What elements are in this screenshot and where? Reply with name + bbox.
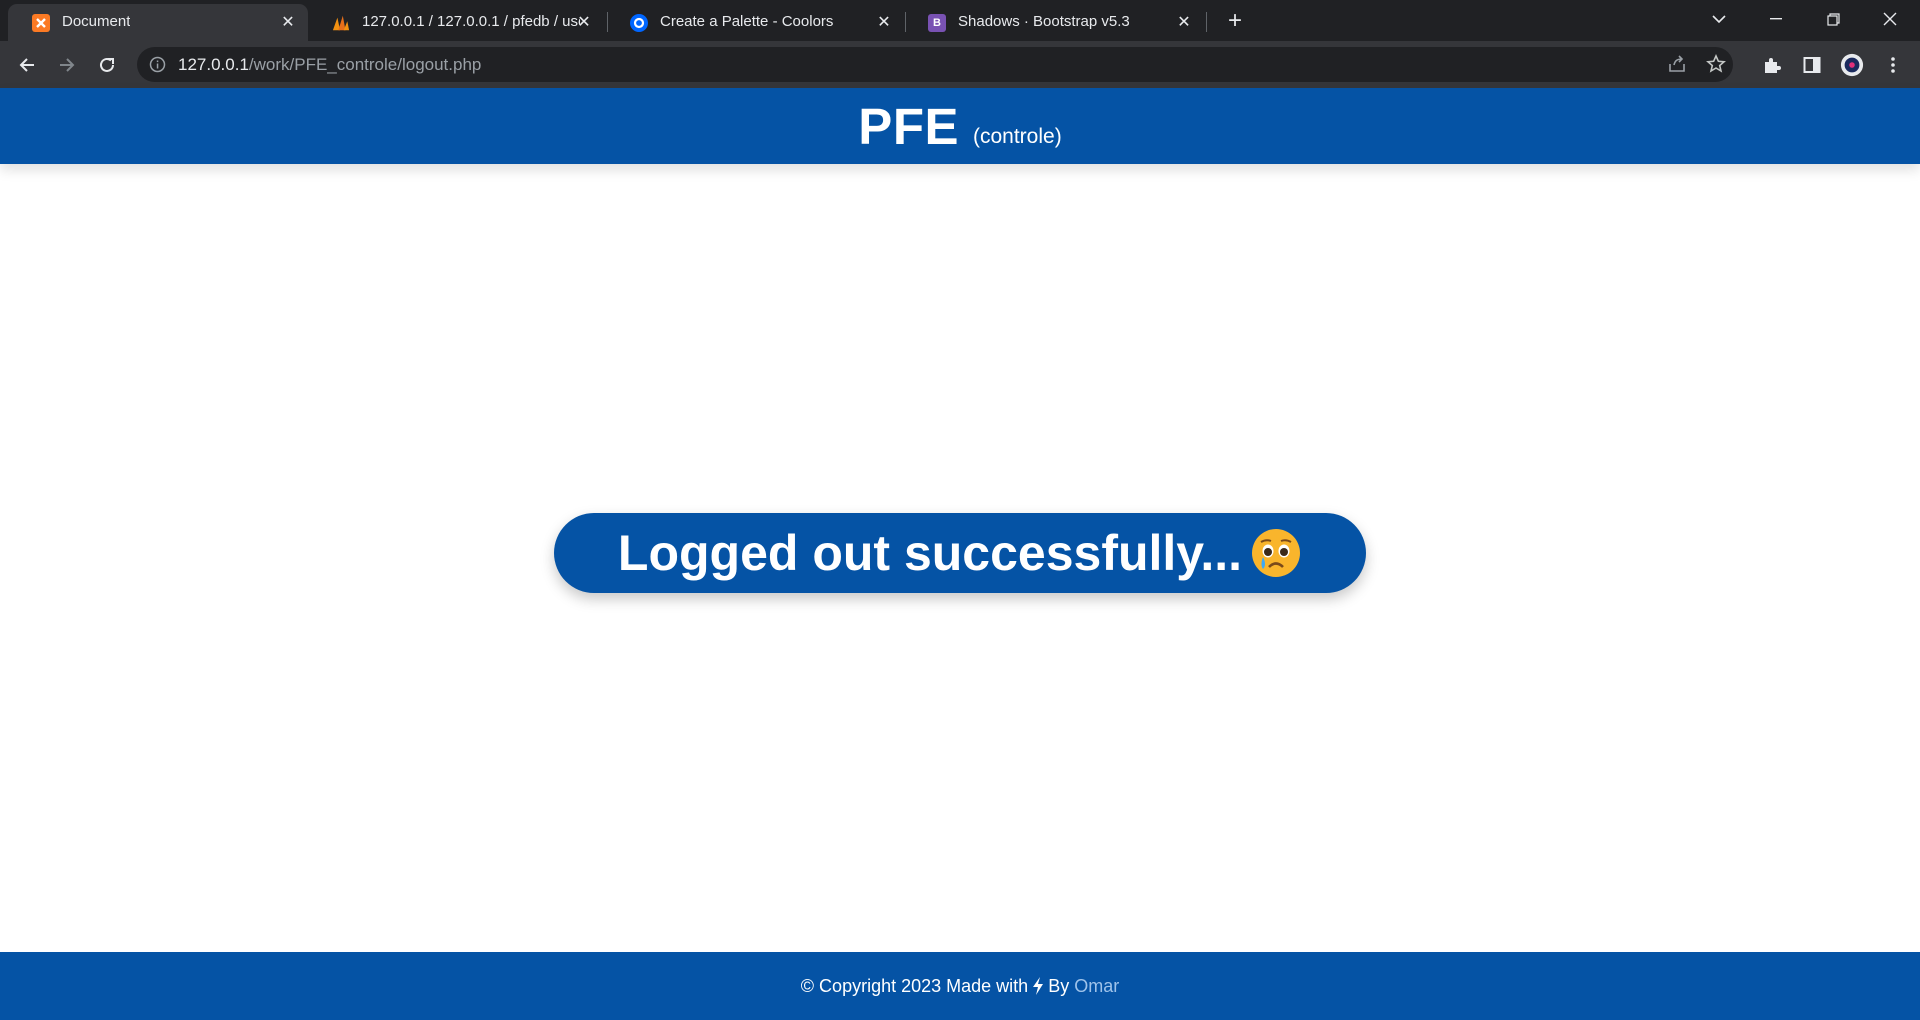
address-bar[interactable]: 127.0.0.1/work/PFE_controle/logout.php bbox=[137, 47, 1733, 82]
close-tab-icon[interactable]: ✕ bbox=[278, 12, 298, 32]
tab-search-button[interactable] bbox=[1704, 6, 1734, 32]
tab-title: Document bbox=[62, 13, 131, 30]
star-icon bbox=[1706, 54, 1726, 73]
url-path: /work/PFE_controle/logout.php bbox=[248, 55, 482, 74]
kebab-menu-icon bbox=[1891, 57, 1895, 73]
arrow-left-icon bbox=[19, 58, 34, 72]
xampp-icon bbox=[32, 14, 50, 32]
close-tab-icon[interactable]: ✕ bbox=[1174, 12, 1194, 32]
side-panel-icon bbox=[1803, 57, 1821, 73]
tab-title: Create a Palette - Coolors bbox=[660, 13, 834, 30]
url-host: 127.0.0.1 bbox=[178, 55, 249, 74]
avatar-icon bbox=[1840, 53, 1864, 77]
new-tab-button[interactable]: + bbox=[1222, 7, 1248, 34]
coolors-icon bbox=[630, 14, 648, 32]
arrow-right-icon bbox=[60, 58, 75, 72]
back-button[interactable] bbox=[13, 51, 41, 79]
minimize-icon bbox=[1770, 18, 1782, 20]
close-icon bbox=[1883, 12, 1897, 26]
restore-button[interactable] bbox=[1818, 6, 1848, 32]
close-window-button[interactable] bbox=[1875, 6, 1905, 32]
tab-phpmyadmin[interactable]: 127.0.0.1 / 127.0.0.1 / pfedb / use ✕ bbox=[308, 4, 604, 41]
tab-document[interactable]: Document ✕ bbox=[8, 4, 308, 41]
tab-divider bbox=[1206, 12, 1207, 32]
bootstrap-icon: B bbox=[928, 14, 946, 32]
minimize-button[interactable] bbox=[1761, 6, 1791, 32]
share-icon bbox=[1669, 55, 1685, 72]
menu-button[interactable] bbox=[1881, 53, 1905, 77]
lightning-bolt-icon bbox=[1033, 977, 1044, 995]
url-text[interactable]: 127.0.0.1/work/PFE_controle/logout.php bbox=[178, 55, 481, 75]
close-tab-icon[interactable]: ✕ bbox=[574, 12, 594, 32]
logout-message: Logged out successfully... bbox=[617, 525, 1243, 581]
reload-button[interactable] bbox=[93, 51, 121, 79]
side-panel-button[interactable] bbox=[1800, 53, 1824, 77]
forward-button[interactable] bbox=[53, 51, 81, 79]
bookmark-button[interactable] bbox=[1704, 52, 1728, 76]
page-header: PFE (controle) bbox=[0, 88, 1920, 164]
logout-message-banner: Logged out successfully... bbox=[554, 513, 1366, 593]
share-button[interactable] bbox=[1665, 52, 1689, 76]
close-tab-icon[interactable]: ✕ bbox=[874, 12, 894, 32]
phpmyadmin-icon bbox=[332, 14, 350, 32]
tab-bootstrap[interactable]: B Shadows · Bootstrap v5.3 ✕ bbox=[904, 4, 1204, 41]
info-icon[interactable] bbox=[149, 56, 166, 73]
reload-icon bbox=[100, 57, 114, 72]
restore-icon bbox=[1826, 12, 1840, 26]
browser-toolbar: 127.0.0.1/work/PFE_controle/logout.php bbox=[0, 41, 1920, 88]
profile-button[interactable] bbox=[1840, 53, 1864, 77]
extensions-button[interactable] bbox=[1760, 53, 1784, 77]
crying-face-icon bbox=[1252, 529, 1301, 577]
brand-subtitle: (controle) bbox=[972, 125, 1062, 148]
tab-coolors[interactable]: Create a Palette - Coolors ✕ bbox=[606, 4, 904, 41]
footer-by: By bbox=[1048, 975, 1070, 996]
brand-title: PFE bbox=[858, 97, 959, 155]
puzzle-icon bbox=[1765, 58, 1781, 73]
tab-title: 127.0.0.1 / 127.0.0.1 / pfedb / use bbox=[362, 13, 580, 30]
copyright-text: © Copyright 2023 Made with bbox=[800, 975, 1029, 996]
tab-title: Shadows · Bootstrap v5.3 bbox=[958, 13, 1130, 30]
author-link[interactable]: Omar bbox=[1074, 976, 1119, 997]
page-footer: © Copyright 2023 Made with By Omar bbox=[0, 952, 1920, 1020]
browser-tab-bar: Document ✕ 127.0.0.1 / 127.0.0.1 / pfedb… bbox=[0, 0, 1920, 41]
chevron-down-icon bbox=[1712, 15, 1726, 24]
